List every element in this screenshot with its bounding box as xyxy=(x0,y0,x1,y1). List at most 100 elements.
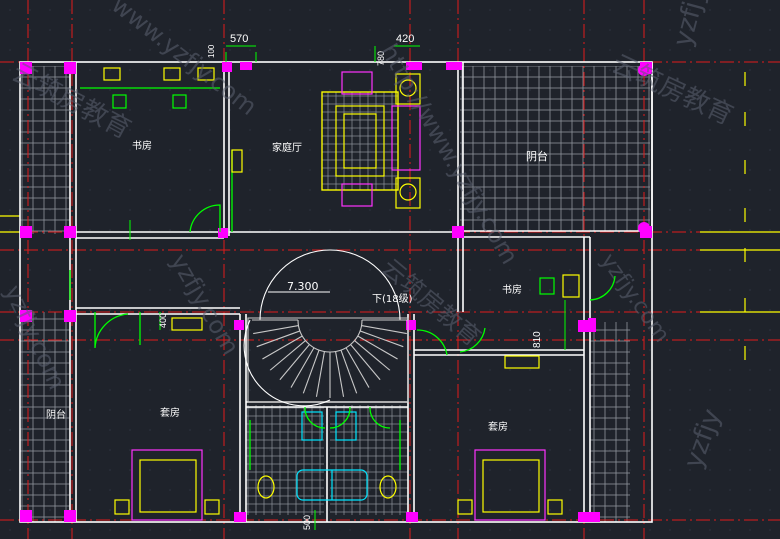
grid-dot xyxy=(129,49,131,51)
grid-dot xyxy=(549,249,551,251)
grid-dot xyxy=(9,109,11,111)
grid-dot xyxy=(9,329,11,331)
grid-dot xyxy=(89,149,91,151)
grid-dot xyxy=(9,169,11,171)
grid-dot xyxy=(329,289,331,291)
grid-dot xyxy=(249,49,251,51)
grid-dot xyxy=(569,369,571,371)
grid-dot xyxy=(209,509,211,511)
structural-column xyxy=(446,62,462,70)
grid-dot xyxy=(389,529,391,531)
grid-dot xyxy=(769,9,771,11)
grid-dot xyxy=(429,389,431,391)
grid-dot xyxy=(9,489,11,491)
grid-dot xyxy=(169,109,171,111)
grid-dot xyxy=(529,49,531,51)
grid-dot xyxy=(569,409,571,411)
grid-dot xyxy=(129,349,131,351)
grid-dot xyxy=(209,409,211,411)
grid-dot xyxy=(549,489,551,491)
grid-dot xyxy=(489,489,491,491)
grid-dot xyxy=(369,209,371,211)
grid-dot xyxy=(649,389,651,391)
grid-dot xyxy=(229,529,231,531)
grid-dot xyxy=(109,389,111,391)
grid-dot xyxy=(369,349,371,351)
grid-dot xyxy=(729,289,731,291)
grid-dot xyxy=(709,489,711,491)
grid-dot xyxy=(309,249,311,251)
grid-dot xyxy=(749,169,751,171)
grid-dot xyxy=(9,189,11,191)
grid-dot xyxy=(749,189,751,191)
structural-column xyxy=(64,310,76,322)
grid-dot xyxy=(569,529,571,531)
grid-dot xyxy=(429,189,431,191)
grid-dot xyxy=(669,109,671,111)
grid-dot xyxy=(709,529,711,531)
grid-dot xyxy=(249,529,251,531)
grid-dot xyxy=(229,9,231,11)
grid-dot xyxy=(149,329,151,331)
grid-dot xyxy=(149,389,151,391)
grid-dot xyxy=(749,229,751,231)
grid-dot xyxy=(129,149,131,151)
grid-dot xyxy=(449,529,451,531)
grid-dot xyxy=(769,149,771,151)
grid-dot xyxy=(129,109,131,111)
structural-column xyxy=(452,226,464,238)
grid-dot xyxy=(769,229,771,231)
grid-dot xyxy=(429,429,431,431)
grid-dot xyxy=(609,9,611,11)
grid-dot xyxy=(769,329,771,331)
grid-dot xyxy=(449,269,451,271)
grid-dot xyxy=(249,389,251,391)
grid-dot xyxy=(149,209,151,211)
grid-dot xyxy=(169,509,171,511)
grid-dot xyxy=(649,269,651,271)
grid-dot xyxy=(329,309,331,311)
grid-dot xyxy=(549,529,551,531)
watermark-10: yzfjy xyxy=(678,405,727,472)
grid-dot xyxy=(129,269,131,271)
grid-dot xyxy=(589,29,591,31)
grid-dot xyxy=(249,9,251,11)
grid-dot xyxy=(129,209,131,211)
grid-dot xyxy=(329,49,331,51)
grid-dot xyxy=(289,369,291,371)
grid-dot xyxy=(669,69,671,71)
grid-dot xyxy=(329,89,331,91)
grid-dot xyxy=(629,49,631,51)
room-label-family-hall: 家庭厅 xyxy=(272,141,302,154)
grid-dot xyxy=(289,29,291,31)
grid-dot xyxy=(89,469,91,471)
grid-dot xyxy=(689,209,691,211)
grid-dot xyxy=(149,169,151,171)
grid-dot xyxy=(669,429,671,431)
grid-dot xyxy=(729,149,731,151)
grid-dot xyxy=(569,469,571,471)
grid-dot xyxy=(289,189,291,191)
grid-dot xyxy=(289,349,291,351)
grid-dot xyxy=(529,369,531,371)
dimension-400: 400 xyxy=(158,313,168,328)
stair-step xyxy=(345,347,370,388)
grid-dot xyxy=(329,329,331,331)
grid-dot xyxy=(109,29,111,31)
grid-dot xyxy=(169,69,171,71)
grid-dot xyxy=(509,409,511,411)
grid-dot xyxy=(689,269,691,271)
grid-dot xyxy=(309,349,311,351)
grid-dot xyxy=(349,389,351,391)
grid-dot xyxy=(769,309,771,311)
floor-plan-drawing: 570 420 400 810 500 780 100 7.300 下(18级)… xyxy=(0,0,780,539)
grid-dot xyxy=(89,269,91,271)
room-label-suite-2: 套房 xyxy=(488,420,508,433)
grid-dot xyxy=(689,489,691,491)
grid-dot xyxy=(389,29,391,31)
grid-dot xyxy=(149,409,151,411)
grid-dot xyxy=(329,69,331,71)
grid-dot xyxy=(429,249,431,251)
grid-dot xyxy=(509,329,511,331)
grid-dot xyxy=(649,429,651,431)
